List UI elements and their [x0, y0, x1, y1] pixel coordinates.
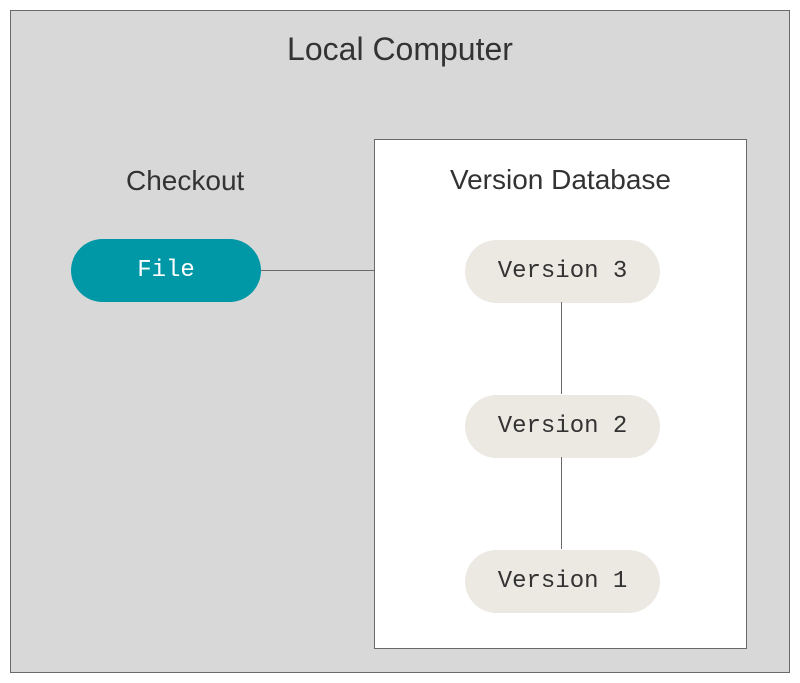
version-node-1-label: Version 1	[498, 568, 628, 595]
version-node-2-label: Version 2	[498, 413, 628, 440]
version-node-3-label: Version 3	[498, 258, 628, 285]
version-database-title: Version Database	[375, 164, 746, 196]
connector-v3-to-v2	[561, 302, 562, 394]
diagram-title: Local Computer	[11, 31, 789, 68]
local-computer-container: Local Computer Checkout File Version Dat…	[10, 10, 790, 673]
checkout-section-label: Checkout	[126, 165, 244, 197]
file-node-label: File	[137, 257, 195, 284]
version-node-1: Version 1	[465, 550, 660, 613]
version-database-container: Version Database Version 3 Version 2 Ver…	[374, 139, 747, 649]
version-node-3: Version 3	[465, 240, 660, 303]
connector-v2-to-v1	[561, 457, 562, 549]
version-node-2: Version 2	[465, 395, 660, 458]
file-node: File	[71, 239, 261, 302]
